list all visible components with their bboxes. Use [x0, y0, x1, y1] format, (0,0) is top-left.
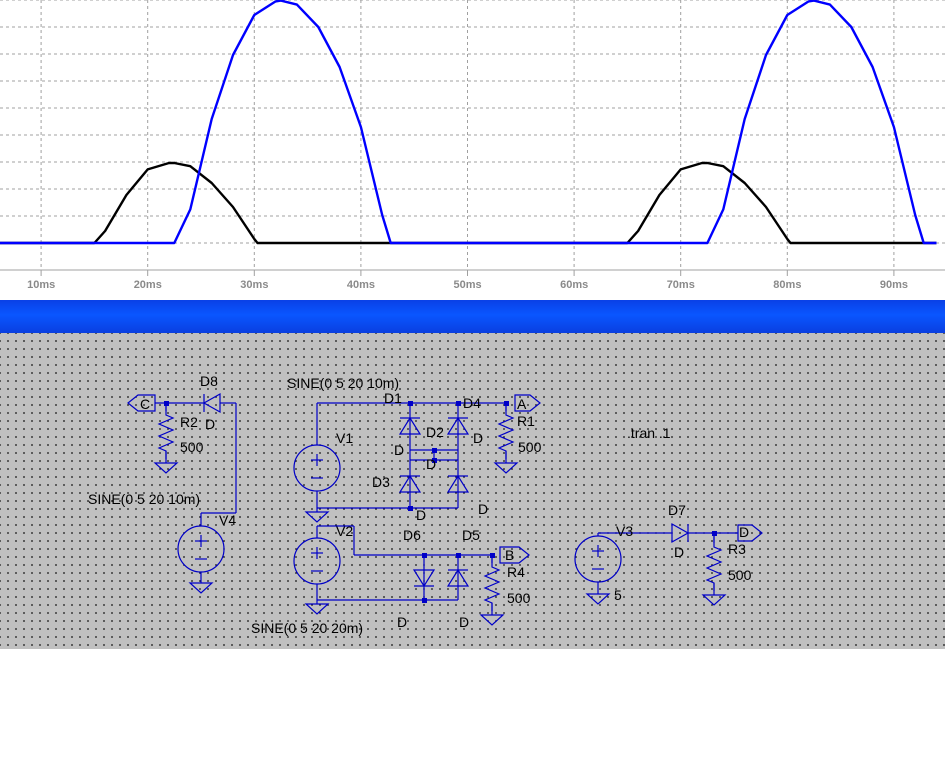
- label-d5: D5: [462, 527, 480, 543]
- label-r4: R4: [507, 564, 525, 580]
- x-tick-label: 90ms: [879, 279, 909, 291]
- label-r1-value: 500: [518, 439, 542, 455]
- voltage-source-v4[interactable]: [177, 525, 225, 573]
- x-tick-label: 60ms: [560, 279, 589, 291]
- label-d3-model: D: [416, 507, 427, 523]
- label-d2-model: D: [426, 456, 437, 472]
- plot-grid: [0, 0, 945, 270]
- resistor-r4[interactable]: [484, 554, 500, 612]
- label-d7-model: D: [674, 544, 685, 560]
- label-d5-model: D: [459, 614, 470, 630]
- voltage-source-v2[interactable]: [293, 537, 341, 585]
- label-v1: V1: [336, 430, 354, 446]
- x-tick-label: 80ms: [773, 279, 802, 291]
- label-r3-value: 500: [728, 567, 752, 583]
- label-r2: R2: [180, 414, 198, 430]
- trace-series-2: [0, 0, 937, 245]
- spice-directive-tran[interactable]: .tran .1: [627, 426, 671, 440]
- label-r1: R1: [517, 413, 535, 429]
- net-label-b: B: [505, 547, 515, 563]
- ground-icon: [305, 599, 329, 615]
- label-d1-model: D: [394, 442, 405, 458]
- label-v3-value: 5: [614, 587, 622, 603]
- label-d-model: D: [478, 501, 489, 517]
- voltage-source-v1[interactable]: [293, 444, 341, 492]
- label-v1-sine: SINE(0 5 20 10m): [287, 375, 400, 391]
- resistor-r2[interactable]: [158, 402, 174, 460]
- waveform-plot[interactable]: [0, 0, 945, 300]
- label-d4: D4: [463, 395, 481, 411]
- trace-series-1: [0, 161, 937, 245]
- ground-icon: [480, 610, 504, 626]
- label-r3: R3: [728, 541, 746, 557]
- ground-icon: [494, 458, 518, 474]
- x-tick-label: 50ms: [453, 279, 482, 291]
- label-d8-model: D: [205, 416, 216, 432]
- label-d6: D6: [403, 527, 421, 543]
- ground-icon: [189, 578, 213, 594]
- label-d3: D3: [372, 474, 390, 490]
- x-tick-label: 20ms: [133, 279, 162, 291]
- ground-icon: [305, 507, 329, 523]
- label-d6-model: D: [397, 614, 408, 630]
- label-d2: D2: [426, 424, 444, 440]
- label-v4-sine: SINE(0 5 20 10m): [88, 491, 201, 507]
- net-label-c: C: [140, 396, 151, 412]
- label-v4: V4: [219, 512, 237, 528]
- label-d1: D1: [384, 390, 402, 406]
- resistor-r3[interactable]: [706, 534, 722, 592]
- net-label-d: D: [739, 524, 750, 540]
- waveform-plot-pane[interactable]: 10ms 20ms 30ms 40ms 50ms 60ms 70ms 80ms 90ms: [0, 0, 945, 300]
- ground-icon: [154, 458, 178, 474]
- window-splitter-bar[interactable]: [0, 300, 945, 333]
- voltage-source-v3[interactable]: [574, 535, 622, 583]
- label-d4-model: D: [473, 430, 484, 446]
- label-v3: V3: [616, 523, 634, 539]
- diode-d8[interactable]: [202, 392, 221, 414]
- x-tick-label: 40ms: [346, 279, 376, 291]
- x-tick-label: 10ms: [27, 279, 56, 291]
- schematic-editor-pane[interactable]: D8 D C R2 500 SINE(0 5 20 10m) V4 SINE(0…: [0, 333, 945, 649]
- x-tick-label: 30ms: [240, 279, 269, 291]
- label-d8: D8: [200, 373, 218, 389]
- label-r4-value: 500: [507, 590, 531, 606]
- resistor-r1[interactable]: [498, 402, 514, 460]
- plot-traces: [0, 0, 937, 245]
- label-d7: D7: [668, 502, 686, 518]
- label-v2: V2: [336, 523, 354, 539]
- net-label-a: A: [517, 396, 527, 412]
- ground-icon: [702, 590, 726, 606]
- x-axis-ticks: [40, 270, 895, 276]
- diode-d7[interactable]: [671, 522, 690, 544]
- x-tick-label: 70ms: [666, 279, 695, 291]
- ground-icon: [586, 589, 610, 605]
- label-v2-sine: SINE(0 5 20 20m): [251, 620, 364, 636]
- label-r2-value: 500: [180, 439, 204, 455]
